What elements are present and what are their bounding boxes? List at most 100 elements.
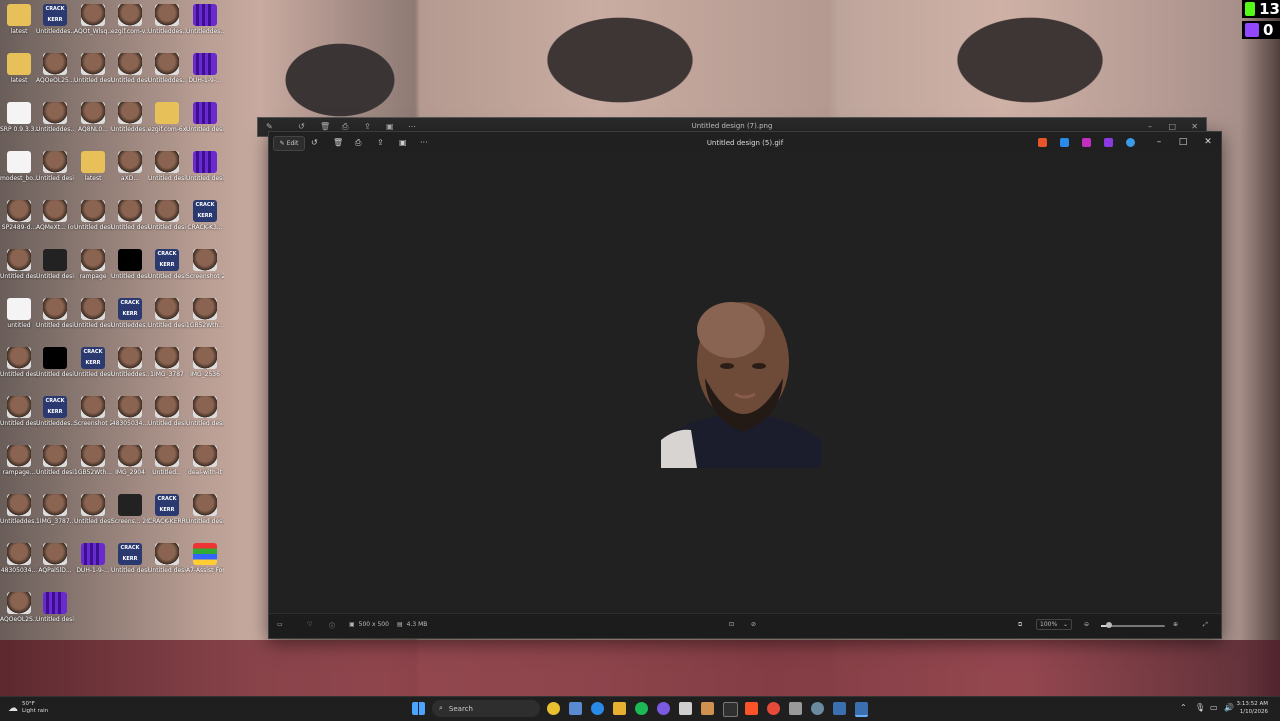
- desktop-icon[interactable]: AQOeOL25...: [36, 53, 74, 85]
- desktop-icon[interactable]: Untitled design (11): [36, 592, 74, 624]
- discord-icon[interactable]: [657, 702, 670, 715]
- desktop-icon[interactable]: Untitled design (10): [148, 396, 186, 428]
- back-maximize-icon[interactable]: □: [1168, 122, 1176, 131]
- desktop-icon[interactable]: CRACK KERR Untitleddes...: [36, 396, 74, 428]
- desktop-icon[interactable]: Untitleddes...: [148, 4, 186, 36]
- terminal-icon[interactable]: [723, 702, 738, 717]
- desktop-icon[interactable]: Screenshot 2026-01-...: [74, 396, 112, 428]
- photos-app-active-icon[interactable]: [855, 702, 868, 717]
- desktop-icon[interactable]: untitled: [0, 298, 38, 330]
- desktop-icon[interactable]: A7-Assist For AC: [186, 543, 224, 575]
- close-icon[interactable]: ✕: [1202, 137, 1214, 147]
- desktop-icon[interactable]: Untitled design (4): [36, 445, 74, 477]
- desktop-icon[interactable]: Untitled design (9): [0, 347, 38, 379]
- desktop-icon[interactable]: AQOeOL2S...: [0, 592, 38, 624]
- notepad-icon[interactable]: [679, 702, 692, 715]
- clock[interactable]: 3:13:52 AM 1/10/2026: [1237, 700, 1268, 716]
- maximize-icon[interactable]: □: [1177, 137, 1189, 147]
- desktop-icon[interactable]: Untitled design (3): [0, 249, 38, 281]
- desktop-icon[interactable]: CRACK KERR CRACK-K3...: [186, 200, 224, 232]
- desktop-icon[interactable]: 1GB52Wth...: [74, 445, 112, 477]
- desktop-icon[interactable]: 1IMG_3787...: [36, 494, 74, 526]
- desktop-icon[interactable]: Untitleddes...: [111, 347, 149, 379]
- desktop-icon[interactable]: 1GB52Wth...: [186, 298, 224, 330]
- microphone-icon[interactable]: 🎙: [1195, 703, 1205, 712]
- desktop-icon[interactable]: CRACK KERR Untitled design (2): [111, 543, 149, 575]
- desktop-icon[interactable]: AQOt_Wlsq...: [74, 4, 112, 36]
- info-icon[interactable]: ⓘ: [329, 621, 335, 630]
- desktop-icon[interactable]: ezgif.com-v...: [111, 4, 149, 36]
- edge-app-icon[interactable]: [1060, 138, 1069, 147]
- desktop-icon[interactable]: IMG_2904: [111, 445, 149, 477]
- weather-widget[interactable]: ☁ 50°F Light rain: [8, 701, 48, 715]
- desktop-icon[interactable]: Untitled design: [74, 53, 112, 85]
- desktop-icon[interactable]: Untitled design: [148, 151, 186, 183]
- edge-icon[interactable]: [591, 702, 604, 715]
- desktop-icon[interactable]: aXD...: [111, 151, 149, 183]
- minimize-icon[interactable]: –: [1153, 137, 1165, 147]
- photos-app-icon[interactable]: [833, 702, 846, 715]
- brave-icon[interactable]: [745, 702, 758, 715]
- desktop-icon[interactable]: IMG_2536: [186, 347, 224, 379]
- desktop-icon[interactable]: Untitled design (6): [148, 543, 186, 575]
- desktop-icon[interactable]: Untitled design: [36, 298, 74, 330]
- desktop-icon[interactable]: AQ8NL0...: [74, 102, 112, 134]
- onedrive-icon[interactable]: [1126, 138, 1135, 147]
- start-icon[interactable]: [412, 702, 425, 715]
- zoom-out-icon[interactable]: ⊖: [1084, 621, 1089, 628]
- desktop-icon[interactable]: Untitled...: [148, 445, 186, 477]
- visual-search-icon[interactable]: ⊡: [729, 621, 734, 628]
- favorite-icon[interactable]: ♡: [307, 621, 312, 628]
- desktop-icon[interactable]: DUH-1-9-...: [74, 543, 112, 575]
- image-viewer-canvas[interactable]: [269, 152, 1221, 614]
- back-minimize-icon[interactable]: –: [1148, 122, 1152, 131]
- filmstrip-icon[interactable]: ▭: [277, 621, 283, 628]
- desktop-icon[interactable]: Untitled design: [148, 200, 186, 232]
- desktop-icon[interactable]: Untitled design (8): [111, 53, 149, 85]
- desktop-icon[interactable]: CRACK KERR Untitled design: [148, 249, 186, 281]
- clipchamp-app-icon[interactable]: [1082, 138, 1091, 147]
- desktop-icon[interactable]: rampage...: [0, 445, 38, 477]
- chevron-up-icon[interactable]: ⌃: [1180, 703, 1187, 712]
- desktop-icon[interactable]: Untitleddes...: [111, 102, 149, 134]
- desktop-icon[interactable]: Untitled design: [74, 298, 112, 330]
- search-box[interactable]: ⌕ Search: [432, 700, 540, 717]
- desktop-icon[interactable]: CRACK KERR CRACK-KERR... (1): [148, 494, 186, 526]
- back-close-icon[interactable]: ✕: [1191, 122, 1198, 131]
- desktop-icon[interactable]: latest: [0, 53, 38, 85]
- desktop-icon[interactable]: Screenshot 2026-01-...: [186, 249, 224, 281]
- desktop-icon[interactable]: SP2489-d...: [0, 200, 38, 232]
- desktop-icon[interactable]: 48305034...: [0, 543, 38, 575]
- obs-icon[interactable]: [767, 702, 780, 715]
- fit-to-window-icon[interactable]: ⧉: [1018, 621, 1022, 629]
- app-icon-b[interactable]: [789, 702, 802, 715]
- desktop-icon[interactable]: Untitled design (6): [186, 396, 224, 428]
- desktop-icon[interactable]: Untitleddes...: [0, 494, 38, 526]
- volume-icon[interactable]: 🔊: [1224, 703, 1234, 712]
- erase-icon[interactable]: ⊘: [751, 621, 756, 628]
- desktop-icon[interactable]: Untitled design (12): [186, 102, 224, 134]
- desktop-icon[interactable]: SRP 0.9.3.3.z: [0, 102, 38, 134]
- desktop-icon[interactable]: Untitled design: [36, 249, 74, 281]
- desktop-icon[interactable]: CRACK KERR Untitleddes...: [111, 298, 149, 330]
- desktop-icon[interactable]: Untitled design: [36, 151, 74, 183]
- zoom-level-dropdown[interactable]: 100% ⌄: [1036, 619, 1072, 630]
- desktop-icon[interactable]: Untitled design: [186, 151, 224, 183]
- desktop-icon[interactable]: Untitleddes...: [148, 53, 186, 85]
- desktop-icon[interactable]: deal-with-it: [186, 445, 224, 477]
- zoom-in-icon[interactable]: ⊕: [1173, 621, 1178, 628]
- zoom-slider[interactable]: [1101, 622, 1165, 628]
- desktop-icon[interactable]: Untitled design (11): [0, 396, 38, 428]
- desktop-icon[interactable]: Untitled design (5): [74, 494, 112, 526]
- desktop-icon[interactable]: Untitled design (5): [186, 494, 224, 526]
- desktop-icon[interactable]: modest_bo...: [0, 151, 38, 183]
- desktop-icon[interactable]: Untitled design: [74, 200, 112, 232]
- fullscreen-icon[interactable]: ⤢: [1203, 621, 1208, 629]
- desktop-icon[interactable]: Untitled design (8): [148, 298, 186, 330]
- desktop-icon[interactable]: 1IMG_3787: [148, 347, 186, 379]
- desktop-icon[interactable]: CRACK KERR Untitled design (1): [74, 347, 112, 379]
- chrome-icon[interactable]: [547, 702, 560, 715]
- desktop-icon[interactable]: ezgif.com-6x: [148, 102, 186, 134]
- desktop-icon[interactable]: DUH-1-9-...: [186, 53, 224, 85]
- zoom-slider-knob[interactable]: [1106, 622, 1113, 628]
